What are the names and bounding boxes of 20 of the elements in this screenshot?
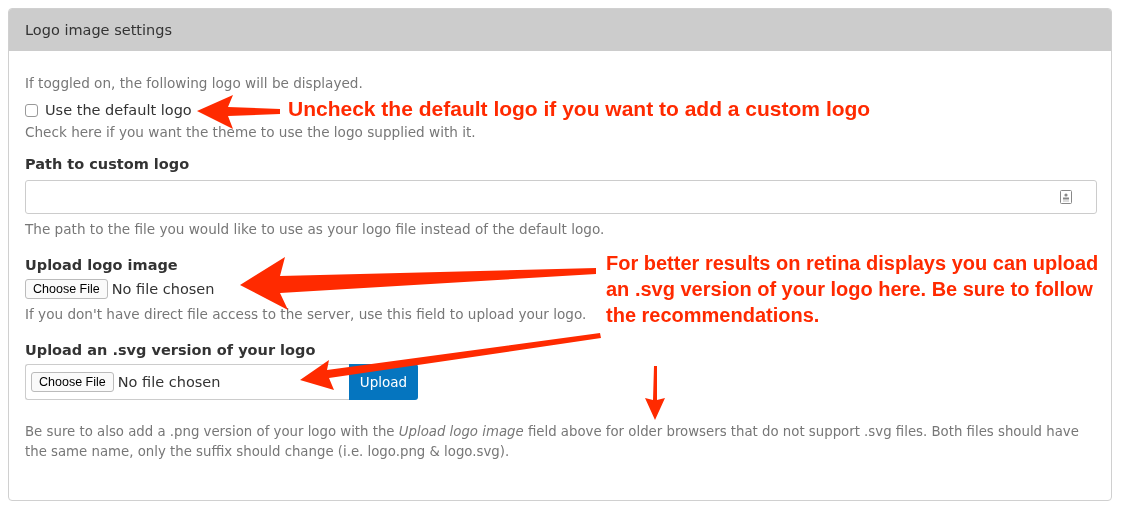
choose-file-button[interactable]: Choose File bbox=[25, 279, 108, 299]
checkbox[interactable] bbox=[25, 103, 38, 117]
arrow bbox=[645, 366, 665, 420]
choose-file-button[interactable]: Choose File bbox=[31, 372, 114, 392]
annotation-text: Uncheck the default logo if you want to add a custom logo bbox=[288, 96, 871, 122]
checkbox-label[interactable]: Use the default logo bbox=[45, 102, 192, 118]
file-status: No file chosen bbox=[117, 374, 221, 390]
help-text: The path to the file you would like to use as your logo file instead of the default logo. bbox=[25, 220, 605, 239]
path-field[interactable] bbox=[25, 180, 1097, 214]
field-label: Path to custom logo bbox=[25, 156, 190, 172]
field-label: Upload logo image bbox=[25, 257, 178, 273]
card-icon bbox=[1060, 190, 1072, 204]
annotation-text: For better results on retina displays you can upload an .svg version of your logo here. Be sure to follow the recommendations. bbox=[606, 251, 1100, 328]
help-text: Check here if you want the theme to use the logo supplied with it. bbox=[25, 123, 476, 142]
panel-title: Logo image settings bbox=[25, 22, 172, 38]
file-status: No file chosen bbox=[111, 281, 215, 297]
help-text: Be sure to also add a .png version of your logo with the Upload logo image field above for older browsers that do not support .svg files. Both files should have the same name, only the suffix should change (i.e. logo.png & logo.svg). bbox=[25, 423, 1080, 461]
help-text: If you don't have direct file access to the server, use this field to upload your logo. bbox=[25, 305, 587, 324]
field-label: Upload an .svg version of your logo bbox=[25, 342, 316, 358]
intro-text: If toggled on, the following logo will be displayed. bbox=[25, 74, 363, 93]
